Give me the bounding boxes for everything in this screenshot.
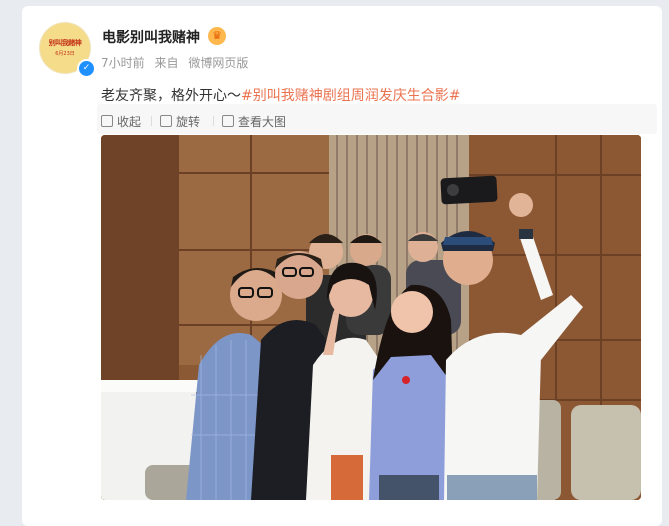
rotate-icon	[160, 115, 172, 127]
image-toolbar: 收起 旋转 查看大图	[97, 104, 657, 134]
verified-badge-icon: ✓	[77, 59, 96, 78]
toolbar-divider	[213, 116, 214, 126]
view-label: 查看大图	[238, 115, 287, 129]
toolbar-divider	[151, 116, 152, 126]
collapse-label: 收起	[117, 115, 142, 129]
collapse-icon	[101, 115, 113, 127]
source-prefix: 来自	[154, 56, 179, 70]
collapse-button[interactable]: 收起	[101, 113, 141, 130]
zoom-image-icon	[222, 115, 234, 127]
view-full-image-button[interactable]: 查看大图	[222, 113, 286, 130]
photo-illustration	[101, 135, 641, 500]
post-source: 微博网页版	[188, 56, 249, 70]
crown-icon: ♛	[208, 27, 226, 45]
hashtag-link[interactable]: #别叫我赌神剧组周润发庆生合影#	[241, 88, 460, 104]
avatar-logo-text: 别叫我赌神	[48, 39, 82, 47]
weibo-post-card: 别叫我赌神 6月23日 ✓ 电影别叫我赌神 ♛ 7小时前 来自 微博网页版 老友…	[22, 6, 662, 526]
author-name[interactable]: 电影别叫我赌神	[102, 27, 200, 47]
post-time[interactable]: 7小时前	[101, 56, 145, 70]
post-meta: 7小时前 来自 微博网页版	[101, 54, 254, 71]
rotate-button[interactable]: 旋转	[160, 113, 200, 130]
post-body: 老友齐聚，格外开心～	[101, 88, 241, 104]
rotate-label: 旋转	[176, 115, 201, 129]
group-selfie-photo[interactable]	[101, 135, 641, 500]
avatar-date-text: 6月23日	[55, 51, 75, 57]
post-text: 老友齐聚，格外开心～#别叫我赌神剧组周润发庆生合影#	[101, 85, 460, 105]
